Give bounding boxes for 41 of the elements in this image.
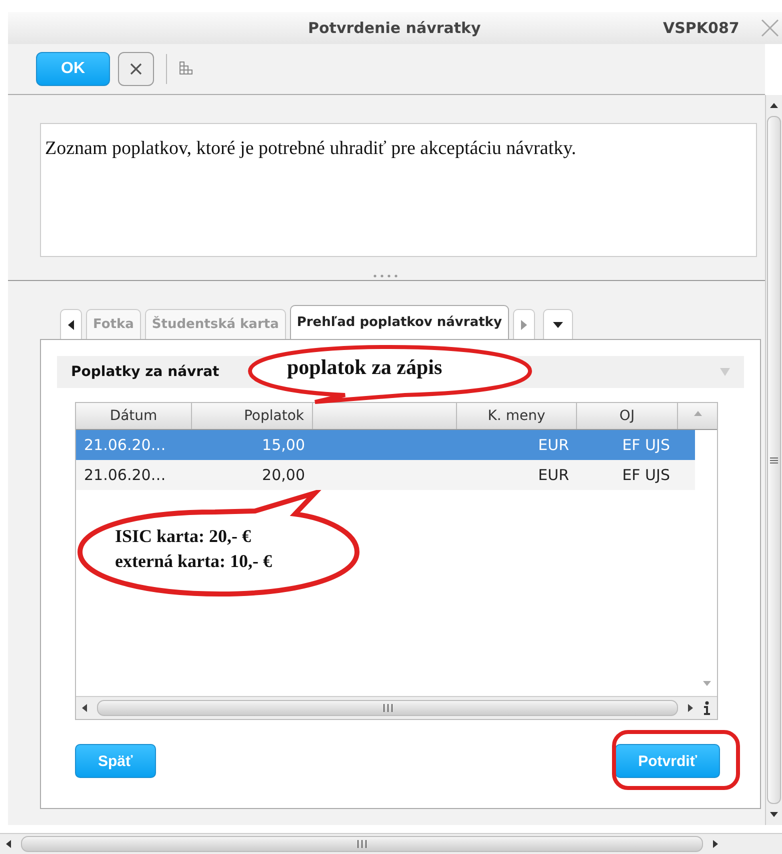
info-icon[interactable] (703, 701, 711, 715)
table-cell: EUR (538, 436, 569, 454)
horizontal-scrollbar[interactable] (0, 833, 782, 854)
table-cell: 21.06.20… (84, 436, 166, 454)
table-cell: EUR (538, 466, 569, 484)
description-text: Zoznam poplatkov, ktoré je potrebné uhradiť pre akceptáciu návratky. (45, 138, 576, 159)
scroll-down-icon[interactable] (770, 812, 778, 817)
scroll-right-icon[interactable] (713, 840, 718, 848)
window-code: VSPK087 (663, 19, 740, 37)
right-triangle-icon (520, 320, 528, 330)
scroll-up-icon[interactable] (770, 103, 778, 108)
tab-scroll-right-button[interactable] (512, 309, 535, 339)
column-header[interactable]: Poplatok (192, 403, 313, 429)
cancel-button[interactable] (118, 52, 154, 86)
horizontal-scrollbar-thumb[interactable] (97, 700, 678, 716)
column-header[interactable]: Dátum (76, 403, 192, 429)
close-icon (130, 63, 142, 75)
scroll-left-icon[interactable] (82, 704, 87, 712)
vertical-scrollbar[interactable] (765, 95, 782, 825)
table-cell: 20,00 (262, 466, 305, 484)
left-triangle-icon (67, 320, 75, 330)
scroll-grip-icon[interactable] (770, 456, 778, 464)
tab-scroll-left-button[interactable] (60, 309, 82, 339)
table-cell: EF UJS (622, 466, 670, 484)
table-cell: 21.06.20… (84, 466, 166, 484)
scroll-right-icon[interactable] (688, 704, 693, 712)
table-cell: EF UJS (622, 436, 670, 454)
column-header[interactable]: OJ (577, 403, 678, 429)
tab-menu-button[interactable] (542, 309, 573, 339)
section-title: Poplatky za návrat (71, 364, 220, 380)
down-triangle-icon (552, 322, 563, 328)
splitter-handle-icon[interactable] (372, 274, 400, 278)
scroll-grip-icon[interactable] (357, 840, 367, 848)
window-title: Potvrdenie návratky (308, 19, 481, 37)
table-cell: 15,00 (262, 436, 305, 454)
annotation-text: ISIC karta: 20,- € externá karta: 10,- € (115, 525, 272, 573)
scroll-left-icon[interactable] (6, 840, 11, 848)
table-row[interactable]: 21.06.20… 20,00 EUR EF UJS (76, 460, 695, 490)
annotation-text: poplatok za zápis (287, 355, 442, 380)
tab[interactable]: Prehľad poplatkov návratky (290, 305, 509, 339)
column-header[interactable]: K. meny (457, 403, 577, 429)
